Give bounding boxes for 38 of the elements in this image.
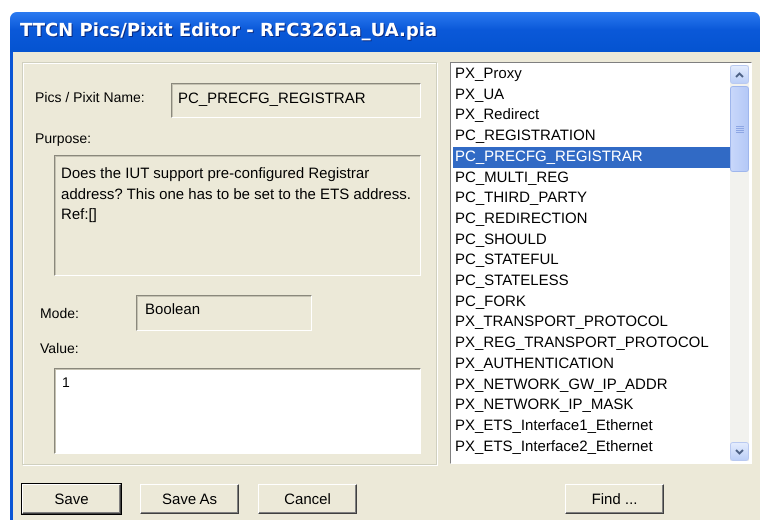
list-item[interactable]: PC_STATEFUL — [453, 250, 730, 272]
cancel-button[interactable]: Cancel — [258, 484, 357, 514]
find-button[interactable]: Find ... — [565, 484, 664, 514]
scroll-down-button[interactable] — [730, 442, 749, 461]
list-item[interactable]: PC_MULTI_REG — [453, 168, 730, 188]
window-title: TTCN Pics/Pixit Editor - RFC3261a_UA.pia — [10, 12, 760, 52]
purpose-label: Purpose: — [35, 130, 92, 146]
value-label: Value: — [40, 340, 80, 356]
name-label: Pics / Pixit Name: — [35, 89, 146, 105]
list-item[interactable]: PC_PRECFG_REGISTRAR — [453, 146, 730, 168]
save-button[interactable]: Save — [22, 484, 121, 514]
list-item[interactable]: PX_ETS_Interface1_Ethernet — [453, 416, 730, 437]
list-item[interactable]: PX_AUTHENTICATION — [453, 354, 730, 375]
list-item[interactable]: PC_REDIRECTION — [453, 208, 730, 230]
purpose-field[interactable]: Does the IUT support pre-configured Registrar address? This one has to be set to the ETS address. Ref:[] — [54, 155, 421, 276]
list-item[interactable]: PC_SHOULD — [453, 230, 730, 250]
list-item[interactable]: PX_NETWORK_IP_MASK — [453, 395, 730, 416]
list-item[interactable]: PX_ETS_Interface2_Ethernet — [453, 436, 730, 458]
list-item[interactable]: PX_REG_TRANSPORT_PROTOCOL — [453, 333, 730, 354]
mode-label: Mode: — [40, 305, 80, 323]
list-item[interactable]: PX_NETWORK_GW_IP_ADDR — [453, 374, 730, 396]
name-field[interactable]: PC_PRECFG_REGISTRAR — [171, 83, 421, 118]
list-item[interactable]: PX_Redirect — [453, 105, 730, 126]
list-item[interactable]: PX_UA — [453, 84, 730, 106]
scroll-up-button[interactable] — [730, 65, 749, 84]
list-item[interactable]: PC_REGISTRATION — [453, 126, 730, 147]
list-item[interactable]: PC_THIRD_PARTY — [453, 188, 730, 209]
save-as-button[interactable]: Save As — [140, 484, 239, 514]
chevron-up-icon — [735, 72, 744, 78]
list-item[interactable]: PX_TRANSPORT_PROTOCOL — [453, 312, 730, 334]
list-item[interactable]: PC_STATELESS — [453, 271, 730, 292]
list-item[interactable]: PX_Proxy — [453, 64, 730, 85]
chevron-down-icon — [735, 448, 744, 454]
value-field[interactable]: 1 — [54, 368, 421, 454]
scrollbar-thumb[interactable] — [730, 86, 749, 172]
list-item[interactable]: PC_FORK — [453, 292, 730, 312]
mode-field[interactable]: Boolean — [136, 295, 312, 331]
grip-icon — [736, 126, 744, 132]
